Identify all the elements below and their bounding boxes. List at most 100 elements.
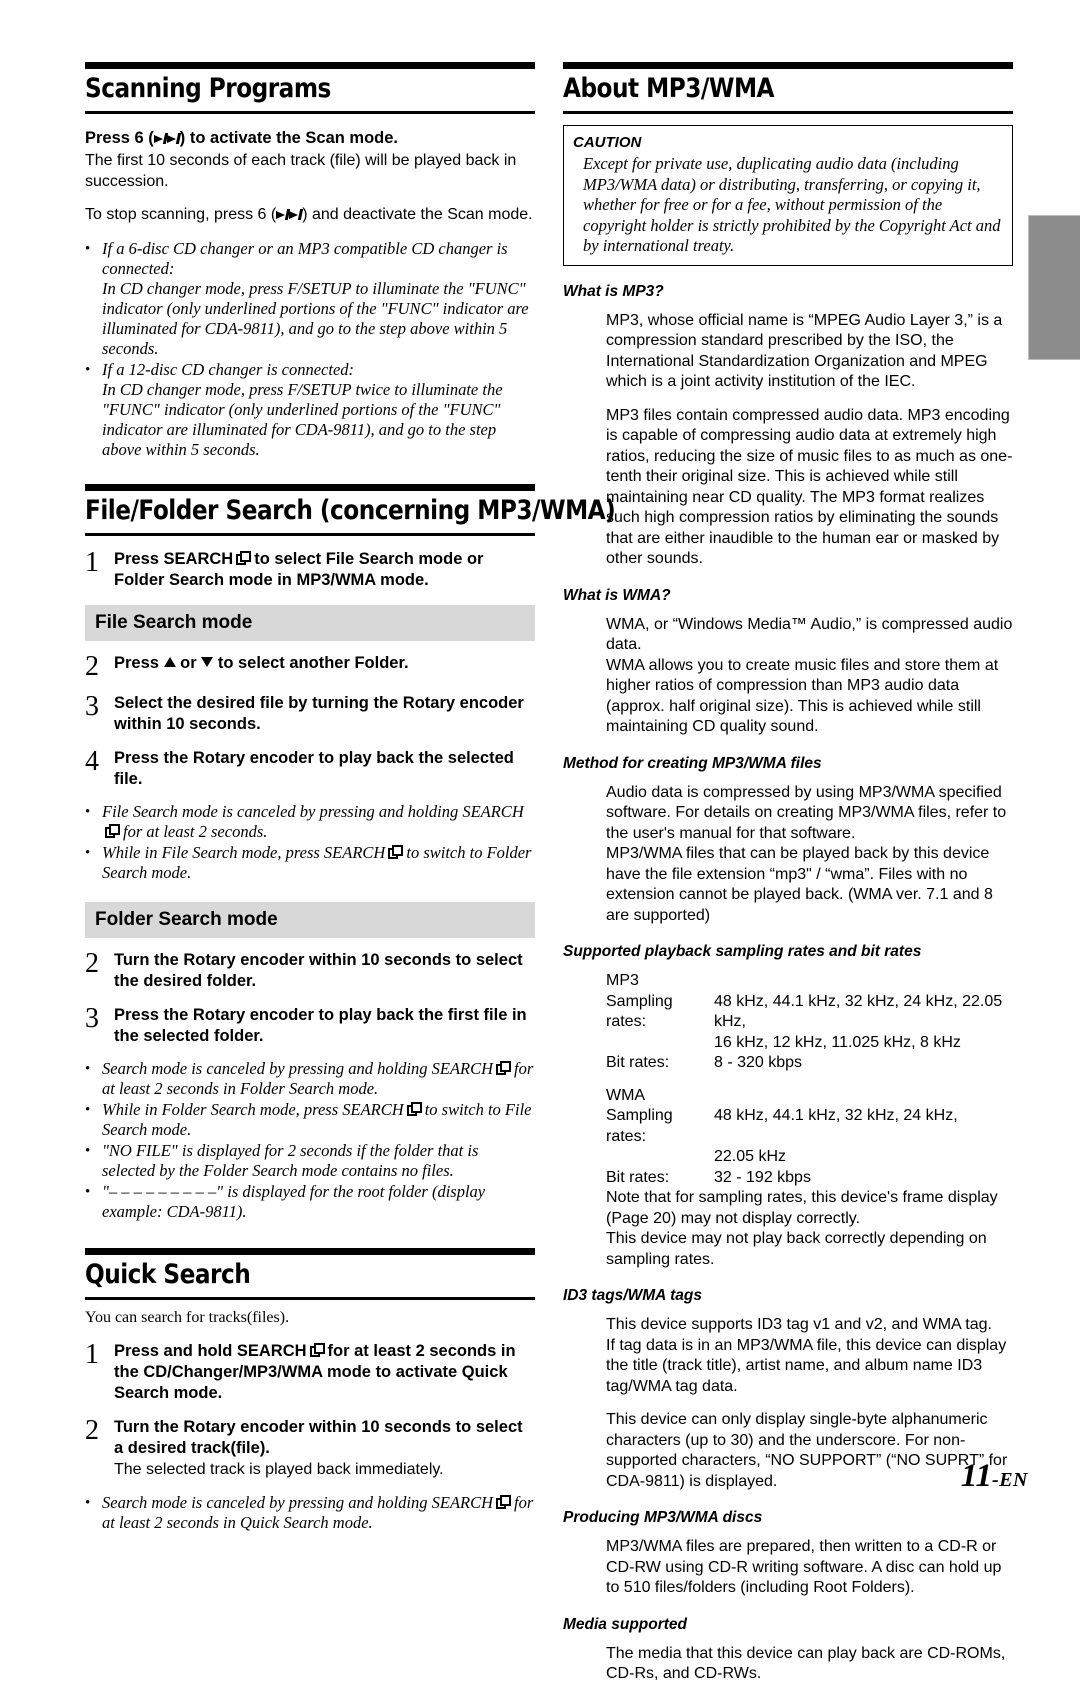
- left-column: Scanning Programs Press 6 ( ) to activate…: [85, 62, 616, 1534]
- search-pages-icon: [496, 1494, 512, 1510]
- search-pages-icon: [236, 550, 252, 566]
- search-pages-icon: [105, 823, 120, 839]
- step-number: 3: [85, 690, 99, 722]
- note-item: • Search mode is canceled by pressing an…: [85, 1059, 535, 1099]
- right-column: About MP3/WMA CAUTION Except for private…: [563, 62, 1013, 1698]
- step-item: 1 Press and hold SEARCH for at least 2 se…: [85, 1341, 535, 1404]
- rule-top: [85, 62, 535, 69]
- arrow-down-icon: [201, 656, 214, 667]
- step-text: Press the Rotary encoder to play back th…: [114, 748, 514, 788]
- note-item: • "– – – – – – – – –" is displayed for t…: [85, 1182, 535, 1222]
- scan-stop-prefix: To stop scanning, press 6 (: [85, 206, 277, 223]
- paragraph: The media that this device can play back…: [606, 1644, 1006, 1683]
- section-title: Scanning Programs: [85, 73, 331, 104]
- scan-notes-list: • If a 6-disc CD changer or an MP3 compa…: [85, 239, 535, 460]
- rule-bottom: [85, 532, 535, 536]
- scan-stop-suffix: ) and deactivate the Scan mode.: [302, 206, 533, 223]
- bullet-icon: •: [85, 240, 91, 257]
- scan-icon: [153, 132, 168, 145]
- spec-key: Bit rates:: [606, 1054, 670, 1071]
- step-text-part: or: [180, 653, 197, 672]
- rule-bottom: [85, 111, 535, 114]
- manual-page: Scanning Programs Press 6 ( ) to activate…: [0, 0, 1080, 1682]
- step-text: Turn the Rotary encoder within 10 second…: [114, 950, 523, 990]
- step-number: 2: [85, 650, 99, 682]
- spec-note: Note that for sampling rates, this devic…: [606, 1189, 998, 1227]
- section-heading-about-mp3-wma: About MP3/WMA: [563, 62, 1013, 114]
- step-text: Press the Rotary encoder to play back th…: [114, 1005, 527, 1045]
- page-edge-tab-marker: [1028, 215, 1080, 360]
- bullet-icon: •: [85, 1060, 91, 1077]
- note-text: "NO FILE" is displayed for 2 seconds if …: [102, 1140, 479, 1180]
- note-text: While in File Search mode, press SEARCH t…: [102, 843, 535, 883]
- spec-row: Sampling rates: 48 kHz, 44.1 kHz, 32 kHz…: [563, 1106, 1013, 1147]
- scan-icon: [289, 208, 304, 221]
- bullet-icon: •: [85, 361, 91, 378]
- step-text: Press and hold SEARCH for at least 2 seco…: [114, 1341, 535, 1404]
- note-line: In CD changer mode, press F/SETUP to ill…: [102, 278, 529, 358]
- step-number: 4: [85, 745, 99, 777]
- spec-group-label-wma: WMA: [606, 1086, 646, 1104]
- spec-row: Bit rates: 32 - 192 kbps: [563, 1168, 1013, 1189]
- search-pages-icon: [309, 1343, 325, 1358]
- rule-bottom: [563, 111, 1013, 114]
- spec-row: Sampling rates: 48 kHz, 44.1 kHz, 32 kHz…: [563, 992, 1013, 1033]
- spec-value: 48 kHz, 44.1 kHz, 32 kHz, 24 kHz, 22.05 …: [714, 992, 1003, 1031]
- page-number-value: 11: [960, 1458, 993, 1494]
- search-pages-icon: [496, 1060, 512, 1076]
- rule-bottom: [85, 1296, 535, 1300]
- note-line: If a 6-disc CD changer or an MP3 compati…: [102, 238, 508, 278]
- step-number: 2: [85, 947, 99, 979]
- page-number: 11-EN: [961, 1458, 1028, 1498]
- step-item: 4 Press the Rotary encoder to play back …: [85, 745, 535, 790]
- subsection-band-file-search-mode: File Search mode: [85, 604, 535, 641]
- section-heading-file-folder-search: File/Folder Search (concerning MP3/WMA): [85, 483, 616, 536]
- scan-lead-prefix: Press 6 (: [85, 129, 154, 147]
- caution-title: CAUTION: [573, 134, 642, 151]
- search-pages-icon: [406, 1101, 422, 1117]
- quick-search-notes-list: • Search mode is canceled by pressing an…: [85, 1493, 535, 1533]
- note-text: Search mode is canceled by pressing and …: [102, 1493, 535, 1533]
- subheading-what-is-mp3: What is MP3?: [563, 282, 664, 300]
- step-item: 3 Press the Rotary encoder to play back …: [85, 1004, 535, 1047]
- step-item: 2 Turn the Rotary encoder within 10 seco…: [85, 947, 535, 992]
- search-pages-icon: [388, 844, 404, 860]
- subheading-producing-discs: Producing MP3/WMA discs: [563, 1509, 763, 1526]
- subheading-what-is-wma: What is WMA?: [563, 586, 671, 604]
- note-text: File Search mode is canceled by pressing…: [102, 802, 535, 842]
- spec-note: This device may not play back correctly …: [606, 1230, 987, 1268]
- bullet-icon: •: [85, 1142, 91, 1159]
- step-item: 3 Select the desired file by turning the…: [85, 690, 535, 735]
- paragraph: This device supports ID3 tag v1 and v2, …: [606, 1316, 1007, 1395]
- caution-box: CAUTION Except for private use, duplicat…: [563, 125, 1013, 266]
- rule-top: [85, 1247, 535, 1255]
- scan-icon: [166, 132, 181, 145]
- step-subtext: The selected track is played back immedi…: [114, 1461, 444, 1478]
- step-text: Turn the Rotary encoder within 10 second…: [114, 1417, 535, 1481]
- rule-top: [563, 62, 1013, 69]
- spec-value: 32 - 192 kbps: [714, 1168, 811, 1186]
- note-item: • "NO FILE" is displayed for 2 seconds i…: [85, 1141, 535, 1181]
- paragraph: WMA allows you to create music files and…: [606, 656, 999, 736]
- spec-key: Sampling rates:: [606, 1107, 673, 1145]
- scan-icon: [276, 208, 291, 221]
- folder-search-notes-list: • Search mode is canceled by pressing an…: [85, 1059, 535, 1222]
- scan-paragraph-1: The first 10 seconds of each track (file…: [85, 152, 517, 190]
- step-text: Press SEARCH to select File Search mode o…: [114, 549, 535, 591]
- note-line: Search mode is canceled by pressing and …: [102, 1058, 494, 1078]
- step-item: 1 Press SEARCH to select File Search mode…: [85, 548, 535, 591]
- note-line: File Search mode is canceled by pressing…: [102, 801, 524, 821]
- step-text-part: Press SEARCH: [114, 549, 234, 568]
- paragraph: MP3, whose official name is “MPEG Audio …: [606, 311, 1003, 391]
- scan-lead-suffix: ) to activate the Scan mode.: [179, 129, 399, 147]
- spec-group-label-mp3: MP3: [606, 972, 639, 989]
- spec-value: 8 - 320 kbps: [714, 1054, 803, 1071]
- subheading-supported-rates: Supported playback sampling rates and bi…: [563, 943, 922, 960]
- subheading-media-supported: Media supported: [563, 1615, 688, 1633]
- note-text: If a 6-disc CD changer or an MP3 compati…: [102, 239, 535, 359]
- note-line: In CD changer mode, press F/SETUP twice …: [102, 379, 503, 459]
- paragraph: MP3/WMA files that can be played back by…: [606, 845, 993, 924]
- note-line: While in File Search mode, press SEARCH: [102, 842, 386, 862]
- paragraph: MP3/WMA files are prepared, then written…: [606, 1538, 1002, 1596]
- paragraph: This device can only display single-byte…: [606, 1411, 1008, 1490]
